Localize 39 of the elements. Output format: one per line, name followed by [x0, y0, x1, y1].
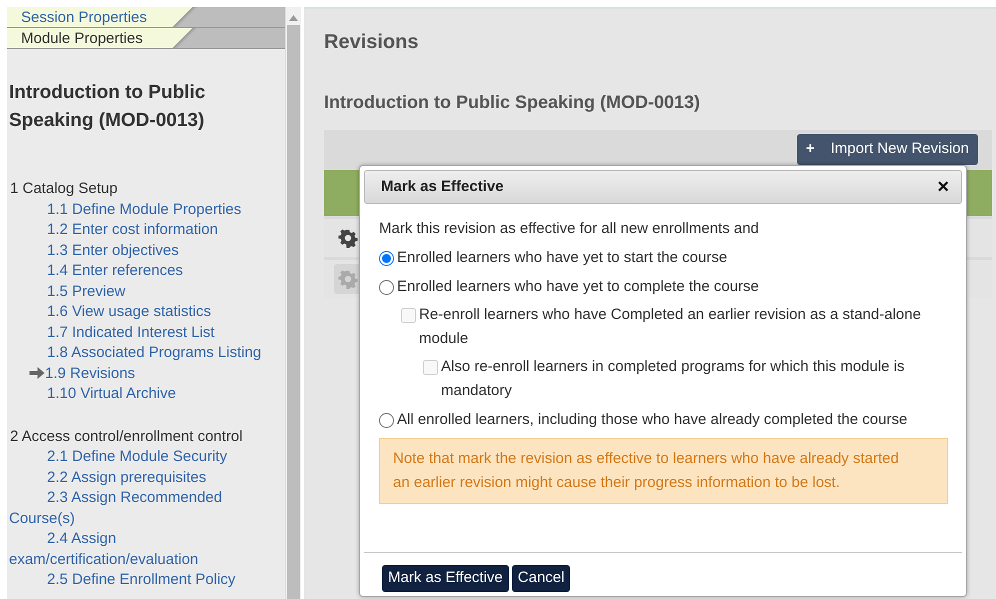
scroll-up-icon[interactable] [289, 15, 298, 21]
close-button[interactable]: × [937, 177, 949, 197]
section-heading: 1 Catalog Setup [9, 179, 119, 199]
radio-button[interactable] [379, 250, 394, 266]
dialog-title: Mark as Effective [381, 176, 504, 197]
nav-link[interactable]: 1.1 Define Module Properties [7, 200, 285, 220]
nav-link[interactable]: 1.3 Enter objectives [7, 240, 285, 261]
dialog-button[interactable]: Mark as Effective [382, 565, 509, 592]
nav-link[interactable]: 1.7 Indicated Interest List [7, 322, 285, 343]
nav-link[interactable]: 1.8 Associated Programs Listing [7, 343, 285, 364]
section-heading: 2 Access control/enrollment control [9, 426, 244, 446]
nav-link[interactable]: 1.6 View usage statistics [7, 302, 285, 322]
scrollbar-thumb[interactable] [287, 25, 300, 599]
intro-text: Mark this revision as effective for all new enrollments and [379, 219, 760, 239]
radio-button[interactable] [379, 280, 394, 294]
nav-link[interactable]: 2.3 Assign Recommended Course(s) [7, 488, 285, 529]
option-label: Re-enroll learners who have Completed an earlier revision as a stand-alone module [419, 304, 922, 348]
option-label: Enrolled learners who have yet to complete the course [397, 276, 759, 296]
nav-link[interactable]: 2.2 Assign prerequisites [7, 468, 285, 488]
nav-link[interactable]: 1.5 Preview [7, 282, 285, 302]
nav-link[interactable]: 2.4 Assign exam/certification/evaluation [7, 529, 285, 570]
nav-link[interactable]: 1.4 Enter references [7, 261, 285, 282]
radio-button[interactable] [379, 412, 394, 428]
nav-link[interactable]: 1.2 Enter cost information [7, 220, 285, 240]
import-button[interactable]: + Import New Revision [796, 134, 978, 164]
page-heading: Revisions [324, 30, 420, 55]
option-label: Enrolled learners who have yet to start the course [397, 248, 728, 268]
option-label: All enrolled learners, including those who have already completed the course [397, 410, 908, 430]
warning-message: Note that mark the revision as effective to learners who have already started an earlier revision might cause their progress information to be lost. [379, 438, 948, 504]
nav-link[interactable]: 2.1 Define Module Security [7, 447, 285, 468]
nav-link[interactable]: 1.10 Virtual Archive [7, 384, 285, 404]
module-heading: Introduction to Public Speaking (MOD-0013) [324, 91, 702, 114]
option-label: Also re-enroll learners in completed programs for which this module is mandatory [441, 356, 906, 400]
nav-link[interactable]: 1.9 Revisions [7, 364, 285, 384]
sidebar-tab[interactable]: Module Properties [7, 28, 197, 48]
nav-link[interactable]: 2.5 Define Enrollment Policy [7, 570, 285, 590]
dialog-button[interactable]: Cancel [512, 565, 570, 592]
sidebar-tab[interactable]: Session Properties [7, 7, 197, 27]
sidebar-title: Introduction to Public Speaking (MOD-0013) [9, 81, 206, 133]
